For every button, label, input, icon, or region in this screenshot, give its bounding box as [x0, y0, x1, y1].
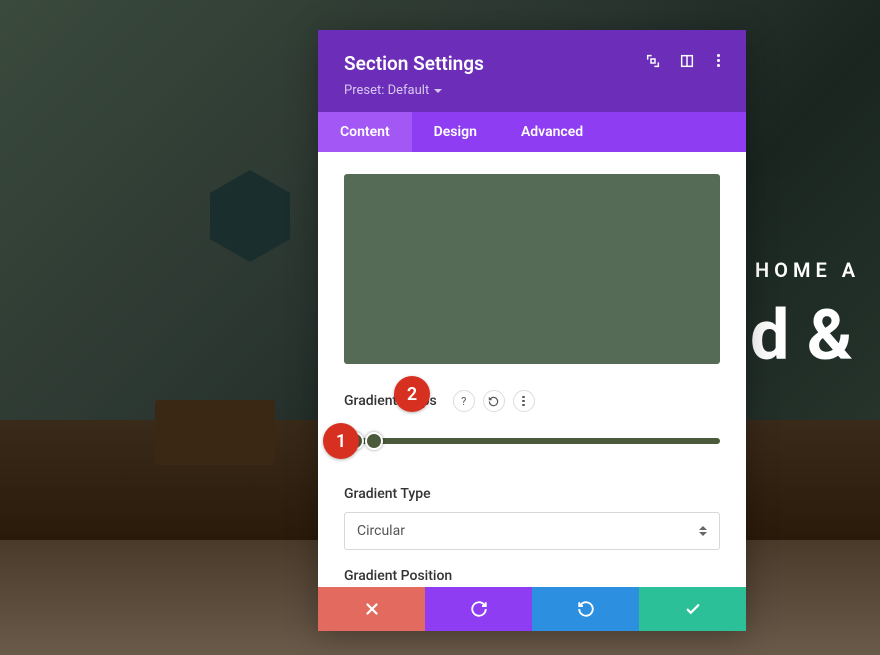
annotation-2: 2: [394, 376, 430, 412]
select-arrows-icon: [699, 526, 707, 536]
hero-title: d &: [750, 295, 853, 377]
tab-advanced[interactable]: Advanced: [499, 112, 605, 152]
panel-header: Section Settings Preset: Default: [318, 30, 746, 112]
undo-button[interactable]: [425, 587, 532, 631]
gradient-type-label: Gradient Type: [344, 486, 720, 502]
preset-label: Preset: Default: [344, 83, 429, 98]
tabs-row: Content Design Advanced: [318, 112, 746, 152]
save-button[interactable]: [639, 587, 746, 631]
cancel-button[interactable]: [318, 587, 425, 631]
split-view-icon[interactable]: [679, 53, 695, 69]
redo-button[interactable]: [532, 587, 639, 631]
gradient-type-value: Circular: [357, 523, 405, 539]
slider-track[interactable]: [344, 438, 720, 444]
header-icon-row: [645, 52, 724, 69]
gradient-position-section: Gradient Position: [344, 568, 720, 584]
gradient-preview[interactable]: [344, 174, 720, 364]
gradient-type-section: Gradient Type Circular: [344, 486, 720, 550]
help-icon[interactable]: ?: [453, 390, 475, 412]
hero-subtitle: HOME A: [755, 258, 860, 282]
panel-body[interactable]: Gradient Stops ? Gradient Type Circular: [318, 152, 746, 587]
settings-panel: Section Settings Preset: Default Content…: [318, 30, 746, 631]
expand-icon[interactable]: [645, 53, 661, 69]
tab-content[interactable]: Content: [318, 112, 412, 152]
gradient-stops-actions: ?: [453, 390, 535, 412]
slider-handle-2[interactable]: [365, 432, 383, 450]
background-box: [155, 400, 275, 465]
gradient-stops-slider[interactable]: [344, 430, 720, 452]
more-options-icon[interactable]: [713, 52, 724, 69]
annotation-1: 1: [323, 423, 359, 459]
preset-dropdown[interactable]: Preset: Default: [344, 83, 442, 98]
gradient-position-label: Gradient Position: [344, 568, 720, 584]
tab-design[interactable]: Design: [412, 112, 499, 152]
gradient-type-select[interactable]: Circular: [344, 512, 720, 550]
field-more-icon[interactable]: [513, 390, 535, 412]
panel-footer: [318, 587, 746, 631]
reset-icon[interactable]: [483, 390, 505, 412]
